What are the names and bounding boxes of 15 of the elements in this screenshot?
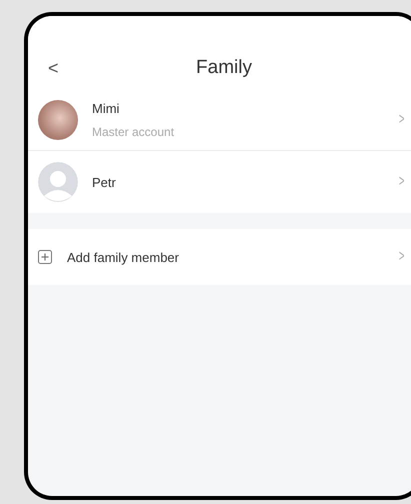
member-name: Mimi [92, 100, 120, 116]
chevron-icon: > [398, 248, 404, 266]
member-row[interactable]: Petr > [28, 151, 411, 213]
photo-placeholder [38, 100, 78, 140]
chevron-icon: > [398, 173, 404, 191]
add-member-row[interactable]: Add family member > [28, 229, 411, 285]
member-row[interactable]: Mimi Master account > [28, 89, 411, 151]
chevron-icon: > [398, 110, 404, 128]
add-member-label: Add family member [67, 250, 180, 264]
page-title: Family [196, 57, 252, 79]
back-button[interactable]: < [48, 58, 59, 79]
member-name: Petr [92, 174, 117, 190]
avatar-silhouette-icon [38, 162, 78, 202]
member-role: Master account [92, 124, 176, 138]
plus-icon [38, 250, 52, 264]
